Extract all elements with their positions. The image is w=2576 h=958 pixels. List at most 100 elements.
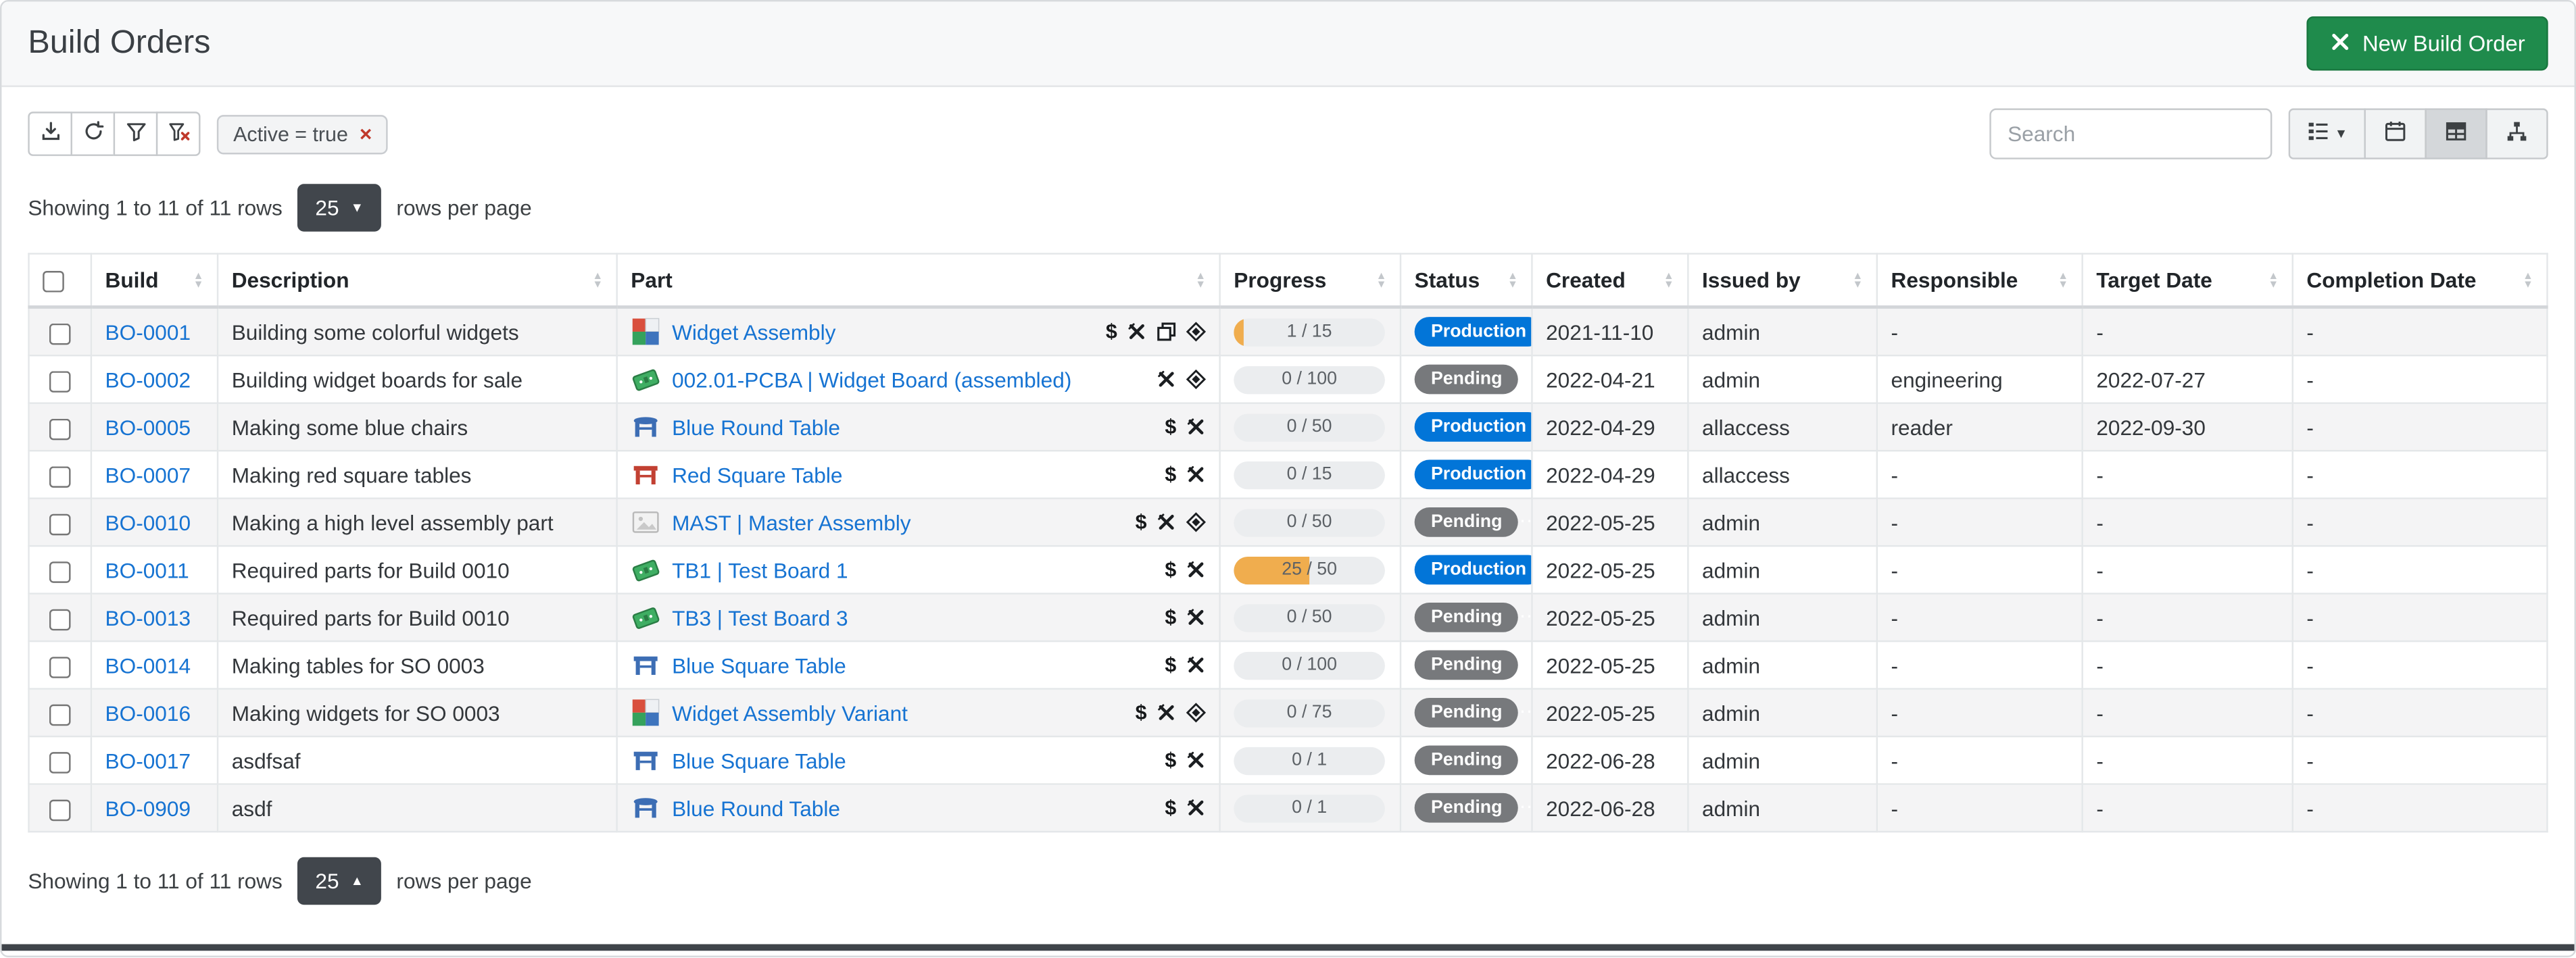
tools-icon[interactable]: [1186, 560, 1206, 580]
assembly-icon[interactable]: [1186, 703, 1206, 722]
column-header-build[interactable]: Build▲▼: [91, 254, 218, 307]
currency-icon[interactable]: $: [1136, 703, 1147, 723]
column-header-progress[interactable]: Progress▲▼: [1220, 254, 1401, 307]
build-link[interactable]: BO-0013: [105, 605, 191, 630]
page-size-dropdown[interactable]: 25 ▲: [297, 857, 382, 905]
part-link[interactable]: 002.01-PCBA | Widget Board (assembled): [672, 367, 1071, 391]
currency-icon[interactable]: $: [1165, 655, 1176, 675]
currency-icon[interactable]: $: [1136, 512, 1147, 532]
part-link[interactable]: MAST | Master Assembly: [672, 510, 911, 534]
part-link[interactable]: Red Square Table: [672, 462, 842, 486]
column-header-responsible[interactable]: Responsible▲▼: [1877, 254, 2083, 307]
tools-icon[interactable]: [1186, 465, 1206, 484]
tools-icon[interactable]: [1186, 417, 1206, 436]
column-header-description[interactable]: Description▲▼: [218, 254, 617, 307]
calendar-view-button[interactable]: [2364, 108, 2426, 159]
issued-by-cell: admin: [1688, 499, 1877, 546]
table-view-button[interactable]: [2425, 108, 2487, 159]
tools-icon[interactable]: [1186, 798, 1206, 817]
column-header-completion-date[interactable]: Completion Date▲▼: [2293, 254, 2548, 307]
progress-bar: 0 / 100: [1234, 651, 1385, 679]
column-header-target-date[interactable]: Target Date▲▼: [2083, 254, 2293, 307]
build-link[interactable]: BO-0005: [105, 415, 191, 439]
part-link[interactable]: Widget Assembly: [672, 320, 835, 344]
row-checkbox[interactable]: [49, 609, 71, 630]
currency-icon[interactable]: $: [1106, 322, 1117, 342]
row-select-cell: [29, 499, 91, 546]
build-cell: BO-0013: [91, 594, 218, 641]
progress-cell: 0 / 1: [1220, 784, 1401, 832]
currency-icon[interactable]: $: [1165, 750, 1176, 770]
currency-icon[interactable]: $: [1165, 464, 1176, 484]
page: Build Orders New Build Order Active = tr…: [0, 0, 2576, 957]
page-size-dropdown[interactable]: 25 ▼: [297, 184, 382, 231]
filter-button[interactable]: [114, 111, 158, 156]
column-header-issued-by[interactable]: Issued by▲▼: [1688, 254, 1877, 307]
part-link[interactable]: Widget Assembly Variant: [672, 701, 908, 725]
build-link[interactable]: BO-0007: [105, 462, 191, 486]
part-link[interactable]: Blue Square Table: [672, 748, 846, 772]
column-header-status[interactable]: Status▲▼: [1401, 254, 1532, 307]
row-checkbox[interactable]: [49, 323, 71, 345]
tree-view-button[interactable]: [2485, 108, 2548, 159]
tools-icon[interactable]: [1186, 607, 1206, 627]
copy-icon[interactable]: [1157, 322, 1176, 342]
download-button[interactable]: [28, 111, 72, 156]
row-checkbox[interactable]: [49, 418, 71, 440]
assembly-icon[interactable]: [1186, 322, 1206, 342]
select-all-header: [29, 254, 91, 307]
build-link[interactable]: BO-0010: [105, 510, 191, 534]
column-header-created[interactable]: Created▲▼: [1532, 254, 1688, 307]
tools-icon[interactable]: [1157, 370, 1176, 389]
currency-icon[interactable]: $: [1165, 607, 1176, 628]
row-checkbox[interactable]: [49, 513, 71, 535]
row-checkbox[interactable]: [49, 704, 71, 726]
completion-date-cell: -: [2293, 499, 2548, 546]
assembly-icon[interactable]: [1186, 370, 1206, 389]
tools-icon[interactable]: [1186, 751, 1206, 770]
part-link[interactable]: TB3 | Test Board 3: [672, 605, 848, 630]
part-link[interactable]: TB1 | Test Board 1: [672, 557, 848, 582]
description-cell: Building widget boards for sale: [218, 355, 617, 403]
remove-filters-button[interactable]: [156, 111, 201, 156]
build-link[interactable]: BO-0001: [105, 320, 191, 344]
select-all-checkbox[interactable]: [43, 271, 64, 293]
part-link[interactable]: Blue Round Table: [672, 415, 840, 439]
build-link[interactable]: BO-0016: [105, 701, 191, 725]
new-build-order-button[interactable]: New Build Order: [2306, 16, 2548, 70]
build-link[interactable]: BO-0002: [105, 367, 191, 391]
refresh-button[interactable]: [71, 111, 116, 156]
column-header-part[interactable]: Part▲▼: [617, 254, 1220, 307]
status-cell: Pending: [1401, 689, 1532, 736]
currency-icon[interactable]: $: [1165, 417, 1176, 437]
assembly-icon[interactable]: [1186, 512, 1206, 532]
tools-icon[interactable]: [1157, 703, 1176, 722]
build-link[interactable]: BO-0017: [105, 748, 191, 772]
row-checkbox[interactable]: [49, 370, 71, 392]
progress-label: 0 / 15: [1234, 461, 1385, 488]
row-checkbox[interactable]: [49, 751, 71, 773]
part-link[interactable]: Blue Round Table: [672, 796, 840, 820]
currency-icon[interactable]: $: [1165, 559, 1176, 580]
currency-icon[interactable]: $: [1165, 798, 1176, 818]
search-input[interactable]: [1989, 108, 2272, 159]
part-link[interactable]: Blue Square Table: [672, 653, 846, 677]
list-view-button[interactable]: ▼: [2289, 108, 2366, 159]
build-link[interactable]: BO-0011: [105, 557, 189, 582]
part-cell: TB1 | Test Board 1 $: [617, 546, 1220, 593]
pagination-top: Showing 1 to 11 of 11 rows 25 ▼ rows per…: [28, 184, 2548, 231]
tools-icon[interactable]: [1186, 655, 1206, 675]
remove-filter-chip-icon[interactable]: ×: [360, 123, 372, 145]
row-checkbox[interactable]: [49, 465, 71, 487]
tools-icon: [2329, 30, 2351, 57]
row-checkbox[interactable]: [49, 656, 71, 678]
content-area: Active = true × ▼ Showing 1 to 11 of 11 …: [1, 87, 2574, 905]
tools-icon[interactable]: [1127, 322, 1146, 342]
row-checkbox[interactable]: [49, 561, 71, 582]
build-link[interactable]: BO-0909: [105, 796, 191, 820]
part-action-icons: $: [1165, 655, 1206, 675]
build-link[interactable]: BO-0014: [105, 653, 191, 677]
progress-cell: 0 / 1: [1220, 736, 1401, 784]
row-checkbox[interactable]: [49, 799, 71, 821]
tools-icon[interactable]: [1157, 512, 1176, 532]
